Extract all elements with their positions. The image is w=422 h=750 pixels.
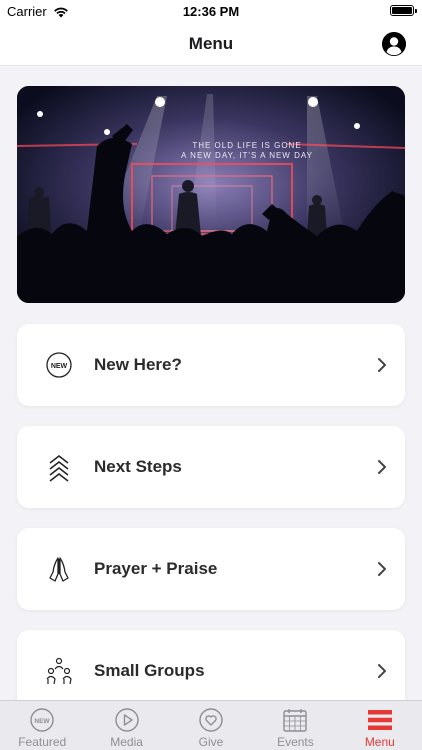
menu-item-new-here[interactable]: NEW New Here?	[17, 324, 405, 406]
chevron-right-icon	[378, 358, 386, 372]
svg-text:NEW: NEW	[51, 363, 68, 370]
tab-give[interactable]: Give	[169, 701, 253, 750]
menu-item-next-steps[interactable]: Next Steps	[17, 426, 405, 508]
user-icon	[382, 32, 406, 56]
menu-item-label: New Here?	[94, 355, 182, 374]
profile-button[interactable]	[382, 32, 406, 56]
tab-label: Menu	[364, 735, 395, 749]
svg-text:NEW: NEW	[35, 718, 51, 725]
new-badge-icon: NEW	[46, 352, 72, 378]
page-title: Menu	[188, 34, 234, 53]
worship-concert-illustration: THE OLD LIFE IS GONE A NEW DAY, IT'S A N…	[17, 86, 405, 303]
chevron-right-icon	[378, 664, 386, 678]
tab-events[interactable]: Events	[253, 701, 337, 750]
tab-featured[interactable]: NEW Featured	[0, 701, 84, 750]
chevron-right-icon	[378, 562, 386, 576]
hamburger-menu-icon	[367, 710, 392, 730]
tab-menu[interactable]: Menu	[338, 701, 422, 750]
status-bar: Carrier 12:36 PM	[0, 0, 422, 22]
new-badge-icon: NEW	[30, 708, 54, 732]
hero-banner-image[interactable]: THE OLD LIFE IS GONE A NEW DAY, IT'S A N…	[17, 86, 405, 303]
svg-text:THE OLD LIFE IS GONE: THE OLD LIFE IS GONE	[192, 141, 301, 150]
tab-label: Give	[198, 735, 224, 749]
menu-item-prayer-praise[interactable]: Prayer + Praise	[17, 528, 405, 610]
chevrons-up-icon	[49, 455, 69, 482]
tab-media[interactable]: Media	[84, 701, 168, 750]
tab-bar: NEW Featured Media Give Events Menu	[0, 700, 422, 750]
people-group-icon	[46, 657, 72, 685]
praying-hands-icon	[49, 557, 69, 582]
calendar-icon	[283, 709, 308, 732]
tab-label: Events	[277, 735, 314, 749]
navigation-bar: Menu	[0, 22, 422, 66]
battery-icon	[390, 5, 417, 16]
menu-item-label: Small Groups	[94, 661, 205, 680]
tab-label: Media	[110, 735, 143, 749]
play-circle-icon	[114, 708, 139, 732]
heart-circle-icon	[199, 708, 223, 732]
tab-label: Featured	[18, 735, 67, 749]
menu-item-label: Prayer + Praise	[94, 559, 218, 578]
menu-item-label: Next Steps	[94, 457, 182, 476]
svg-text:A NEW DAY, IT'S A NEW DAY: A NEW DAY, IT'S A NEW DAY	[181, 151, 313, 160]
chevron-right-icon	[378, 460, 386, 474]
status-time: 12:36 PM	[182, 4, 240, 19]
